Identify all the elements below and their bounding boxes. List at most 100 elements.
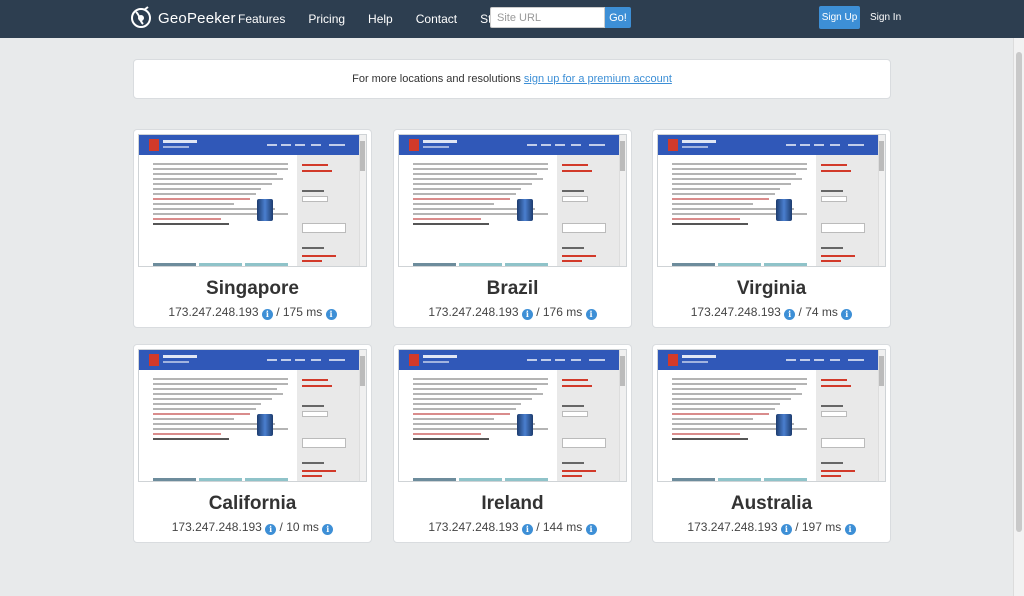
server-image [776, 199, 792, 221]
screenshot-sidebar [297, 370, 361, 481]
separator: / [536, 305, 543, 319]
server-image [517, 199, 533, 221]
top-navbar: GeoPeeker Features Pricing Help Contact … [0, 0, 1024, 38]
screenshot-sidebar [557, 155, 621, 266]
screenshot-footer-tiles [672, 263, 807, 266]
ip-address: 173.247.248.193 [171, 520, 262, 534]
info-circle-icon[interactable]: i [585, 309, 597, 320]
nav-contact[interactable]: Contact [416, 12, 457, 26]
location-name: California [208, 493, 297, 514]
screenshot-sidebar [816, 370, 880, 481]
site-screenshot[interactable] [138, 134, 367, 267]
location-card-brazil: Brazil 173.247.248.193 i / 176 ms i [393, 129, 632, 328]
premium-banner: For more locations and resolutions sign … [133, 59, 891, 99]
location-meta: 173.247.248.193 i / 197 ms i [653, 520, 890, 535]
site-screenshot[interactable] [398, 349, 627, 482]
screenshot-header [399, 350, 621, 370]
location-card-virginia: Virginia 173.247.248.193 i / 74 ms i [652, 129, 891, 328]
screenshot-header [139, 135, 361, 155]
screenshot-header [139, 350, 361, 370]
premium-signup-link[interactable]: sign up for a premium account [524, 73, 672, 85]
location-card-ireland: Ireland 173.247.248.193 i / 144 ms i [393, 344, 632, 543]
screenshot-header [399, 135, 621, 155]
scrollbar-thumb[interactable] [1016, 52, 1022, 532]
screenshot-sidebar [557, 370, 621, 481]
info-circle-icon[interactable]: i [780, 524, 792, 535]
info-circle-icon[interactable]: i [322, 524, 334, 535]
brand-name: GeoPeeker [158, 9, 236, 27]
separator: / [795, 520, 802, 534]
location-meta: 173.247.248.193 i / 175 ms i [134, 305, 371, 320]
screenshot-footer-tiles [413, 478, 548, 481]
site-url-search: Go! [490, 7, 631, 28]
screenshot-scrollbar [619, 135, 626, 266]
server-image [257, 414, 273, 436]
latency: 10 ms [286, 520, 319, 534]
brand[interactable]: GeoPeeker [130, 6, 236, 30]
site-screenshot[interactable] [657, 349, 886, 482]
location-meta: 173.247.248.193 i / 74 ms i [653, 305, 890, 320]
screenshot-scrollbar [878, 135, 885, 266]
info-circle-icon[interactable]: i [841, 309, 853, 320]
screenshot-scrollbar [359, 135, 366, 266]
page-scrollbar[interactable] [1013, 38, 1024, 596]
screenshot-footer-tiles [672, 478, 807, 481]
nav-pricing[interactable]: Pricing [308, 12, 345, 26]
info-circle-icon[interactable]: i [325, 309, 337, 320]
location-name: Virginia [736, 278, 807, 299]
sign-up-button[interactable]: Sign Up [819, 6, 860, 29]
screenshot-footer-tiles [153, 478, 288, 481]
screenshot-header [658, 135, 880, 155]
latency: 176 ms [542, 305, 583, 319]
latency: 197 ms [801, 520, 842, 534]
screenshot-scrollbar [359, 350, 366, 481]
separator: / [276, 305, 283, 319]
location-card-california: California 173.247.248.193 i / 10 ms i [133, 344, 372, 543]
site-screenshot[interactable] [398, 134, 627, 267]
info-circle-icon[interactable]: i [261, 309, 273, 320]
location-meta: 173.247.248.193 i / 10 ms i [134, 520, 371, 535]
separator: / [536, 520, 543, 534]
screenshot-scrollbar [878, 350, 885, 481]
screenshot-footer-tiles [413, 263, 548, 266]
latency: 175 ms [282, 305, 323, 319]
server-image [257, 199, 273, 221]
location-card-singapore: Singapore 173.247.248.193 i / 175 ms i [133, 129, 372, 328]
screenshot-sidebar [297, 155, 361, 266]
info-circle-icon[interactable]: i [521, 309, 533, 320]
screenshot-header [658, 350, 880, 370]
screenshot-sidebar [816, 155, 880, 266]
sign-in-link[interactable]: Sign In [870, 12, 901, 23]
location-name: Singapore [206, 278, 299, 299]
site-screenshot[interactable] [138, 349, 367, 482]
server-image [517, 414, 533, 436]
location-meta: 173.247.248.193 i / 176 ms i [394, 305, 631, 320]
ip-address: 173.247.248.193 [168, 305, 259, 319]
location-name: Australia [730, 493, 813, 514]
ip-address: 173.247.248.193 [687, 520, 778, 534]
globe-logo-icon [131, 6, 151, 28]
ip-address: 173.247.248.193 [428, 305, 519, 319]
ip-address: 173.247.248.193 [690, 305, 781, 319]
screenshot-scrollbar [619, 350, 626, 481]
info-circle-icon[interactable]: i [265, 524, 277, 535]
site-url-input[interactable] [490, 7, 605, 28]
location-name: Ireland [481, 493, 544, 514]
nav-help[interactable]: Help [368, 12, 393, 26]
location-name: Brazil [486, 278, 539, 299]
location-card-australia: Australia 173.247.248.193 i / 197 ms i [652, 344, 891, 543]
info-circle-icon[interactable]: i [521, 524, 533, 535]
info-circle-icon[interactable]: i [784, 309, 796, 320]
nav-features[interactable]: Features [238, 12, 285, 26]
latency: 144 ms [542, 520, 583, 534]
go-button[interactable]: Go! [605, 7, 631, 28]
latency: 74 ms [805, 305, 838, 319]
site-screenshot[interactable] [657, 134, 886, 267]
info-circle-icon[interactable]: i [585, 524, 597, 535]
server-image [776, 414, 792, 436]
banner-text: For more locations and resolutions [352, 73, 524, 85]
ip-address: 173.247.248.193 [428, 520, 519, 534]
screenshot-footer-tiles [153, 263, 288, 266]
location-meta: 173.247.248.193 i / 144 ms i [394, 520, 631, 535]
info-circle-icon[interactable]: i [844, 524, 856, 535]
